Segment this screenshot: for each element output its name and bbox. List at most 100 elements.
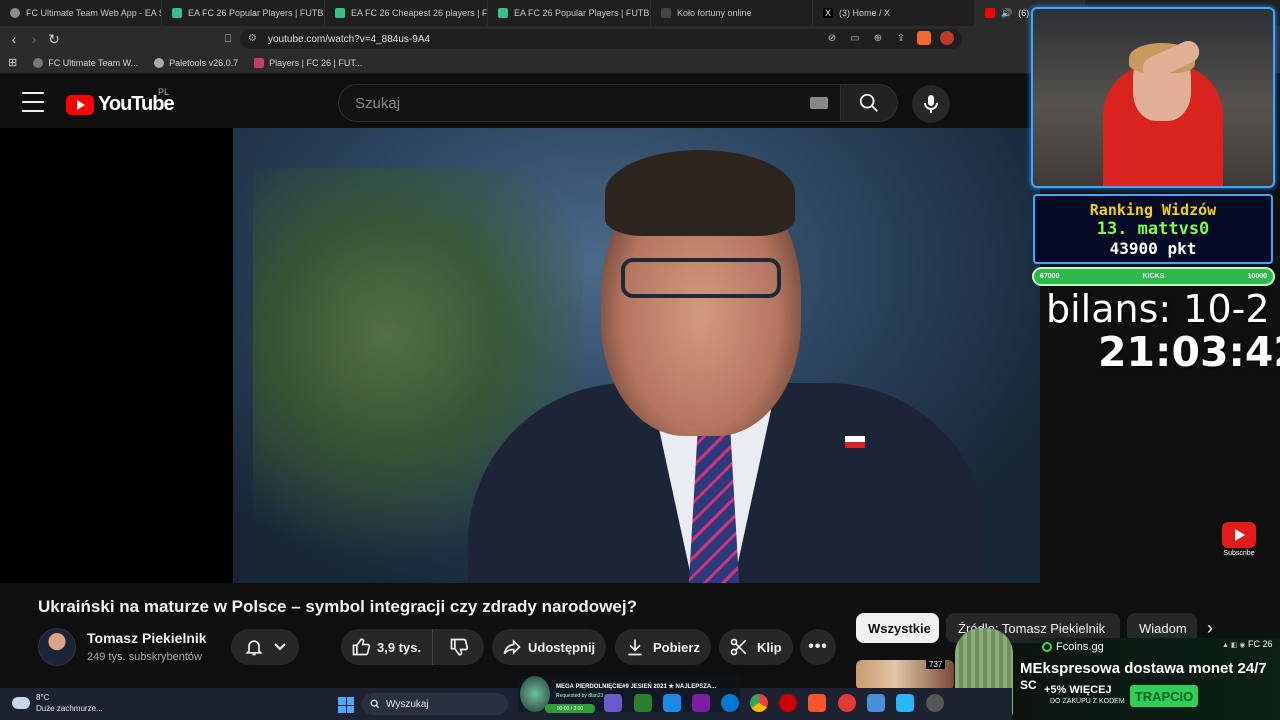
futbin-favicon-icon xyxy=(335,8,345,18)
youtube-logo[interactable]: YouTube PL xyxy=(66,87,175,116)
bookmark-label: FC Ultimate Team W... xyxy=(48,57,139,68)
zoom-icon[interactable]: ⊕ xyxy=(871,31,885,45)
bookmark-fc-web-app[interactable]: FC Ultimate Team W... xyxy=(25,57,146,68)
search-button[interactable] xyxy=(840,84,898,122)
brave-rewards-icon[interactable] xyxy=(940,31,954,45)
chip-all[interactable]: Wszystkie xyxy=(856,613,939,643)
channel-avatar[interactable] xyxy=(38,628,76,666)
cloud-icon xyxy=(12,697,30,709)
now-playing-title: MEGA PIERDOLNIĘCIE#9 JESIEŃ 2021 ★ NAJLE… xyxy=(556,684,717,690)
forward-icon[interactable]: › xyxy=(24,29,44,49)
ad-cta-button[interactable]: TRAPCIO xyxy=(1130,685,1198,707)
weather-status: Duże zachmurze... xyxy=(36,704,103,713)
bookmark-paletools[interactable]: Paletools v26.0.7 xyxy=(146,57,246,68)
voice-search-button[interactable] xyxy=(912,85,950,123)
search-placeholder: Szukaj xyxy=(355,94,401,112)
more-actions-button[interactable]: ••• xyxy=(800,629,836,665)
tab-ea-web-app[interactable]: FC Ultimate Team Web App - EA SPO xyxy=(0,0,162,26)
download-button[interactable]: Pobierz xyxy=(615,629,711,665)
chrome-icon[interactable] xyxy=(750,694,768,712)
youtube-favicon-icon xyxy=(985,8,995,18)
vscode-icon[interactable] xyxy=(663,694,681,712)
bookmark-icon[interactable]: ⎕ xyxy=(218,29,238,49)
search-icon xyxy=(859,93,878,112)
search-icon xyxy=(370,699,380,709)
tab-futbin-cheapest[interactable]: EA FC 26 Cheapest 26 players | FUTB xyxy=(325,0,488,26)
windows-start-icon[interactable] xyxy=(338,697,354,713)
cast-icon[interactable]: ▭ xyxy=(848,31,862,45)
search-input[interactable]: Szukaj xyxy=(338,84,848,122)
kicks-label: KICKS xyxy=(1142,273,1165,280)
edge-icon[interactable] xyxy=(721,694,739,712)
video-player[interactable] xyxy=(0,128,1040,583)
viewer-ranking-widget: Ranking Widzów 13. mattvs0 43900 pkt xyxy=(1033,194,1273,264)
photos-icon[interactable] xyxy=(867,694,885,712)
kicks-right-value: 10000 xyxy=(1247,273,1267,280)
tab-label: EA FC 26 Popular Players | FUTBIN xyxy=(188,8,325,18)
share-icon[interactable]: ⇪ xyxy=(894,31,908,45)
ranking-user: 13. mattvs0 xyxy=(1096,219,1210,239)
taskbar-search[interactable]: Wyszukaj xyxy=(362,693,508,715)
vivaldi-icon[interactable] xyxy=(838,694,856,712)
wheel-favicon-icon xyxy=(661,8,671,18)
temperature: 8°C xyxy=(36,693,50,702)
subscribe-watermark-label: Subscribe xyxy=(1223,550,1255,557)
like-count: 3,9 tys. xyxy=(377,639,422,655)
bookmark-label: Players | FC 26 | FUT... xyxy=(269,57,363,68)
speaker-hair xyxy=(605,150,795,236)
youtube-play-icon xyxy=(66,94,94,115)
clip-button[interactable]: Klip xyxy=(719,629,793,665)
subscriber-count: 249 tys. subskrybentów xyxy=(87,651,202,663)
xbox-icon[interactable] xyxy=(634,694,652,712)
channel-name[interactable]: Tomasz Piekielnik xyxy=(87,630,207,646)
notification-bell-button[interactable] xyxy=(231,629,299,665)
ad-brand-label: Fcoins.gg xyxy=(1056,641,1104,653)
ad-headline-text: MEkspresowa dostawa monet 24/7 xyxy=(1020,660,1267,677)
discord-icon[interactable] xyxy=(604,694,622,712)
dislike-button[interactable] xyxy=(432,629,484,665)
streamer-webcam xyxy=(1031,7,1275,188)
brave-shield-icon[interactable] xyxy=(917,31,931,45)
ranking-title: Ranking Widzów xyxy=(1089,201,1217,219)
back-icon[interactable]: ‹ xyxy=(4,29,24,49)
tab-futbin-popular[interactable]: EA FC 26 Popular Players | FUTBIN xyxy=(162,0,325,26)
more-dots-icon: ••• xyxy=(808,638,828,655)
keyboard-icon[interactable] xyxy=(810,97,828,109)
tab-label: EA FC 26 Popular Players | FUTBIN xyxy=(514,8,651,18)
share-arrow-icon xyxy=(503,639,521,655)
share-label: Udostępnij xyxy=(528,639,596,655)
brave-icon[interactable] xyxy=(808,694,826,712)
apps-grid-icon[interactable]: ⊞ xyxy=(0,56,25,69)
tab-kolo-fortuny[interactable]: Koło fortuny online xyxy=(651,0,813,26)
chevron-right-icon[interactable]: › xyxy=(1198,616,1222,640)
share-button[interactable]: Udostępnij xyxy=(492,629,606,665)
video-frame xyxy=(233,128,1040,583)
weather-widget[interactable]: 8°C Duże zachmurze... xyxy=(12,692,103,714)
address-bar[interactable]: ⚙ youtube.com/watch?v=4_884us-9A4 ⊘ ▭ ⊕ … xyxy=(240,29,962,49)
subscribe-watermark[interactable]: Subscribe xyxy=(1220,522,1258,562)
futbin-favicon-icon xyxy=(498,8,508,18)
thumbs-up-icon xyxy=(352,638,371,656)
app-w-icon[interactable] xyxy=(896,694,914,712)
tab-label: FC Ultimate Team Web App - EA SPO xyxy=(26,8,161,18)
stream-clock: 21:03:42 xyxy=(1098,328,1280,376)
tab-x-home[interactable]: X (3) Home / X xyxy=(813,0,975,26)
settings-gear-icon[interactable] xyxy=(926,694,944,712)
obs-icon[interactable] xyxy=(692,694,710,712)
url-text: youtube.com/watch?v=4_884us-9A4 xyxy=(268,33,431,45)
bell-icon xyxy=(244,640,263,656)
like-button[interactable]: 3,9 tys. xyxy=(341,629,432,665)
opera-icon[interactable] xyxy=(779,694,797,712)
menu-icon[interactable] xyxy=(22,92,44,112)
bookmark-players-fc26[interactable]: Players | FC 26 | FUT... xyxy=(246,57,370,68)
scissors-icon xyxy=(730,638,747,656)
reload-icon[interactable]: ↻ xyxy=(44,29,64,49)
tab-futbin-popular-2[interactable]: EA FC 26 Popular Players | FUTBIN xyxy=(488,0,651,26)
fcoins-logo-icon xyxy=(1042,642,1052,652)
fut-favicon-icon xyxy=(254,57,265,68)
site-info-icon[interactable]: ⚙ xyxy=(248,33,257,44)
thumbnail-badge: 737 xyxy=(926,660,946,669)
youtube-play-icon xyxy=(1222,522,1256,548)
eye-off-icon[interactable]: ⊘ xyxy=(825,31,839,45)
ad-headline-extra: SC xyxy=(1020,678,1037,692)
